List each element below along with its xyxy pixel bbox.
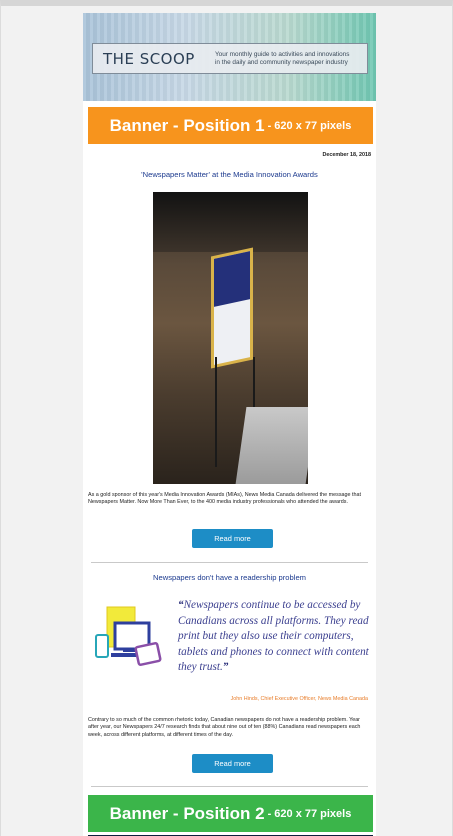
pull-quote: “Newspapers continue to be accessed by C… — [178, 598, 370, 676]
article-1-read-more-button[interactable]: Read more — [192, 529, 273, 548]
quote-attribution: John Hinds, Chief Executive Officer, New… — [230, 696, 368, 702]
section-divider — [91, 786, 368, 787]
newsletter-header: THE SCOOP Your monthly guide to activiti… — [83, 13, 376, 101]
banner-2-size: - 620 x 77 pixels — [267, 807, 352, 820]
photo-newspaper-table — [235, 407, 308, 484]
newsletter-email: THE SCOOP Your monthly guide to activiti… — [83, 13, 376, 836]
devices-illustration-icon — [95, 606, 162, 666]
article-2-body: Contrary to so much of the common rhetor… — [88, 717, 361, 738]
photo-ceiling — [153, 192, 308, 252]
banner-1-size: - 620 x 77 pixels — [267, 119, 352, 132]
photo-sign-panel — [214, 251, 250, 365]
pull-quote-text: Newspapers continue to be accessed by Ca… — [178, 599, 369, 674]
article-1-headline[interactable]: 'Newspapers Matter' at the Media Innovat… — [83, 170, 376, 179]
article-date: December 18, 2018 — [322, 152, 371, 158]
section-divider — [91, 562, 368, 563]
small-tablet-shape — [134, 642, 162, 666]
banner-position-1[interactable]: Banner - Position 1 - 620 x 77 pixels — [88, 107, 373, 144]
article-1-photo[interactable] — [153, 192, 308, 484]
banner-2-title: Banner - Position 2 — [109, 803, 265, 823]
banner-position-2[interactable]: Banner - Position 2 - 620 x 77 pixels — [88, 795, 373, 832]
article-1-body: As a gold sponsor of this year's Media I… — [88, 492, 361, 506]
article-2-headline[interactable]: Newspapers don't have a readership probl… — [83, 573, 376, 582]
banner-1-title: Banner - Position 1 — [109, 115, 265, 135]
tagline-line-2: in the daily and community newspaper ind… — [215, 58, 348, 66]
photo-easel-sign — [211, 247, 253, 369]
tagline-line-1: Your monthly guide to activities and inn… — [215, 50, 350, 58]
article-2-read-more-button[interactable]: Read more — [192, 754, 273, 773]
newsletter-tagline: Your monthly guide to activities and inn… — [211, 51, 349, 67]
header-title-box: THE SCOOP Your monthly guide to activiti… — [92, 43, 368, 74]
quote-close-mark: ” — [222, 661, 229, 674]
newsletter-logo-text: THE SCOOP — [103, 49, 195, 68]
photo-sign-logo-area — [214, 251, 250, 307]
phone-shape — [95, 634, 109, 658]
